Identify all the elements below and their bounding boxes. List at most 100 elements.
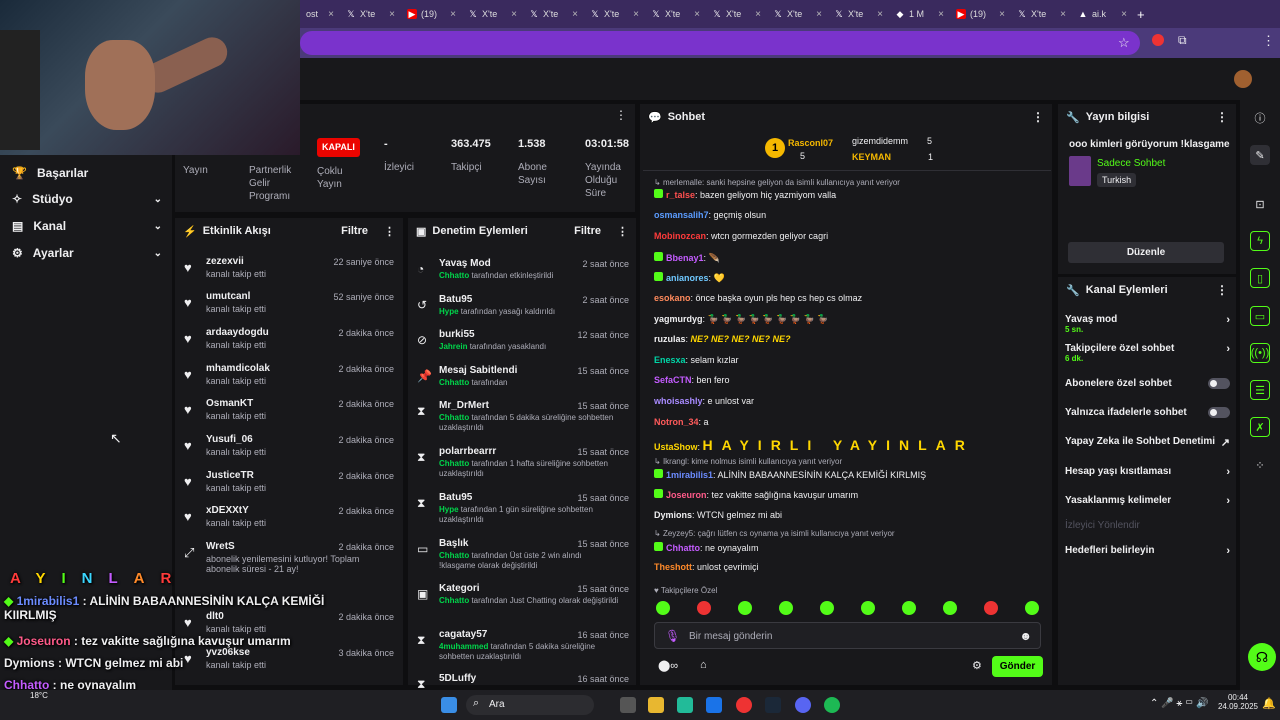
close-icon[interactable]: × <box>633 9 639 20</box>
chat-username[interactable]: whoisashly <box>654 396 703 406</box>
toggle-switch[interactable] <box>1208 407 1230 418</box>
chat-username[interactable]: Joseuron <box>666 490 707 500</box>
stream-category[interactable]: Sadece Sohbet <box>1097 158 1165 169</box>
store-icon[interactable]: ⌂ <box>700 659 707 671</box>
document-icon[interactable]: ▯ <box>1250 268 1270 288</box>
emote-icon[interactable] <box>943 601 957 615</box>
moderation-target[interactable]: Mr_DrMert <box>439 400 489 411</box>
chat-username[interactable]: esokano <box>654 293 691 303</box>
chat-username[interactable]: anianores <box>666 273 709 283</box>
chat-username[interactable]: ruzulas <box>654 334 686 344</box>
extension-icon[interactable] <box>1152 34 1164 46</box>
emote-icon[interactable] <box>902 601 916 615</box>
close-icon[interactable]: × <box>572 9 578 20</box>
reply-context[interactable]: ↳ Ikrangl: kime nolmus isimli kullanıcıy… <box>654 457 842 466</box>
activity-username[interactable]: Yusufi_06 <box>206 434 253 445</box>
emoji-icon[interactable]: ☻ <box>1019 629 1032 643</box>
moderation-target[interactable]: burki55 <box>439 329 475 340</box>
top-gifter-name[interactable]: gizemdidemm <box>852 136 908 146</box>
moderation-target[interactable]: cagatay57 <box>439 629 487 640</box>
avatar[interactable] <box>1234 70 1252 88</box>
channel-action-item[interactable]: Hesap yaşı kısıtlaması › <box>1065 466 1230 478</box>
moderation-item[interactable]: ⧗ cagatay57 4muhammed tarafından 5 dakika … <box>413 627 633 667</box>
channel-action-item[interactable]: Yavaş mod 5 sn. › <box>1065 314 1230 334</box>
close-icon[interactable]: × <box>938 9 944 20</box>
filter-button[interactable]: Filtre <box>574 225 601 237</box>
emote-icon[interactable] <box>656 601 670 615</box>
moderation-item[interactable]: ⧗ polarrbearrr Chhatto tarafından 1 hafta … <box>413 444 633 484</box>
emote-icon[interactable] <box>861 601 875 615</box>
top-gifter-name[interactable]: KEYMAN <box>852 152 891 162</box>
browser-tab[interactable]: 𝕏 X'te × <box>1011 2 1072 26</box>
store-icon[interactable] <box>677 697 693 713</box>
browser-tab[interactable]: 𝕏 X'te × <box>584 2 645 26</box>
moderation-target[interactable]: Yavaş Mod <box>439 258 491 269</box>
close-icon[interactable]: × <box>816 9 822 20</box>
activity-username[interactable]: ardaaydogdu <box>206 327 269 338</box>
outlook-icon[interactable] <box>706 697 722 713</box>
moderation-item[interactable]: ⊘ burki55 Jahrein tarafından yasaklandı 12 … <box>413 327 633 367</box>
support-chat-icon[interactable]: ☊ <box>1248 643 1276 671</box>
emote-icon[interactable] <box>984 601 998 615</box>
channel-action-item[interactable]: Yapay Zeka ile Sohbet Denetimi ↗ <box>1065 436 1230 449</box>
discord-icon[interactable] <box>795 697 811 713</box>
chat-settings-icon[interactable]: ⚙ <box>972 659 982 672</box>
top-gifter-name[interactable]: Rasconl07 <box>788 138 833 148</box>
moderation-target[interactable]: Batu95 <box>439 294 472 305</box>
browser-tab[interactable]: 𝕏 X'te × <box>828 2 889 26</box>
moderation-target[interactable]: polarrbearrr <box>439 446 496 457</box>
activity-username[interactable]: OsmanKT <box>206 398 253 409</box>
tab-partner-program[interactable]: Partnerlik Gelir Programı <box>249 164 304 203</box>
list-icon[interactable]: ☰ <box>1250 380 1270 400</box>
browser-tab[interactable]: 𝕏 X'te × <box>706 2 767 26</box>
activity-item[interactable]: ♥ zezexvii kanalı takip etti 22 saniye önce <box>180 252 400 286</box>
filter-button[interactable]: Filtre <box>341 225 368 237</box>
moderation-item[interactable]: ▣ Kategori Chhatto tarafından Just Chattin… <box>413 581 633 621</box>
url-field[interactable] <box>300 31 1140 55</box>
close-icon[interactable]: × <box>999 9 1005 20</box>
chat-username[interactable]: Enesxa <box>654 355 686 365</box>
channel-action-item[interactable]: Yalnızca ifadelerle sohbet <box>1065 407 1230 418</box>
activity-item[interactable]: ♥ yvz06kse kanalı takip etti 3 dakika önce <box>180 643 400 677</box>
activity-username[interactable]: WretS <box>206 541 235 552</box>
chat-username[interactable]: 1mirabilis1 <box>666 470 713 480</box>
browser-menu-icon[interactable]: ⋮ <box>1262 33 1275 49</box>
sidebar-item-studio[interactable]: ✧ Stüdyo ⌄ <box>12 192 162 206</box>
browser-tab[interactable]: 𝕏 X'te × <box>645 2 706 26</box>
chat-username[interactable]: yagmurdyg <box>654 314 703 324</box>
close-icon[interactable]: × <box>1121 9 1127 20</box>
weather-widget[interactable]: 18°C <box>30 691 48 700</box>
activity-item[interactable]: ♥ mhamdicolak kanalı takip etti 2 dakika ön… <box>180 359 400 393</box>
moderation-target[interactable]: Batu95 <box>439 492 472 503</box>
activity-item[interactable]: ♥ xDEXXtY kanalı takip etti 2 dakika önce <box>180 501 400 535</box>
menu-icon[interactable]: ⋮ <box>1216 110 1228 124</box>
moderation-item[interactable]: ⧗ Mr_DrMert Chhatto tarafından 5 dakika sü… <box>413 398 633 438</box>
menu-icon[interactable]: ⋮ <box>617 225 628 238</box>
activity-username[interactable]: mhamdicolak <box>206 363 270 374</box>
browser-tab[interactable]: ◆ 1 M × <box>889 2 950 26</box>
tab-stream[interactable]: Yayın <box>183 164 208 177</box>
emote-icon[interactable] <box>1025 601 1039 615</box>
channel-action-item[interactable]: Takipçilere özel sohbet 6 dk. › <box>1065 343 1230 363</box>
extensions-puzzle-icon[interactable]: ⧉ <box>1178 33 1187 48</box>
chat-username[interactable]: Dymions <box>654 510 692 520</box>
file-explorer-icon[interactable] <box>648 697 664 713</box>
browser-tab[interactable]: 𝕏 X'te × <box>767 2 828 26</box>
bookmark-star-icon[interactable]: ☆ <box>1118 35 1130 51</box>
sidebar-item-channel[interactable]: ▤ Kanal ⌄ <box>12 219 162 233</box>
moderation-item[interactable]: ⧗ Batu95 Hype tarafından 1 gün süreliğine … <box>413 490 633 530</box>
task-view-icon[interactable] <box>620 697 636 713</box>
close-icon[interactable]: × <box>877 9 883 20</box>
close-icon[interactable]: × <box>694 9 700 20</box>
close-icon[interactable]: × <box>328 9 334 20</box>
reply-context[interactable]: ↳ merlemalle: sanki hepsine geliyon da i… <box>654 178 900 187</box>
activity-item[interactable]: ⤢ WretS abonelik yenilemesini kutluyor! To… <box>180 537 400 574</box>
chat-username[interactable]: r_talse <box>666 190 695 200</box>
steam-icon[interactable] <box>765 697 781 713</box>
broadcast-icon[interactable]: ((•)) <box>1250 343 1270 363</box>
chat-username[interactable]: Notron_34 <box>654 417 699 427</box>
toggle-switch[interactable] <box>1208 378 1230 389</box>
chat-input[interactable]: 🎙 Bir mesaj gönderin ☻ <box>654 622 1041 649</box>
browser-tab[interactable]: 𝕏 X'te × <box>462 2 523 26</box>
chat-username[interactable]: Chhatto <box>666 543 700 553</box>
